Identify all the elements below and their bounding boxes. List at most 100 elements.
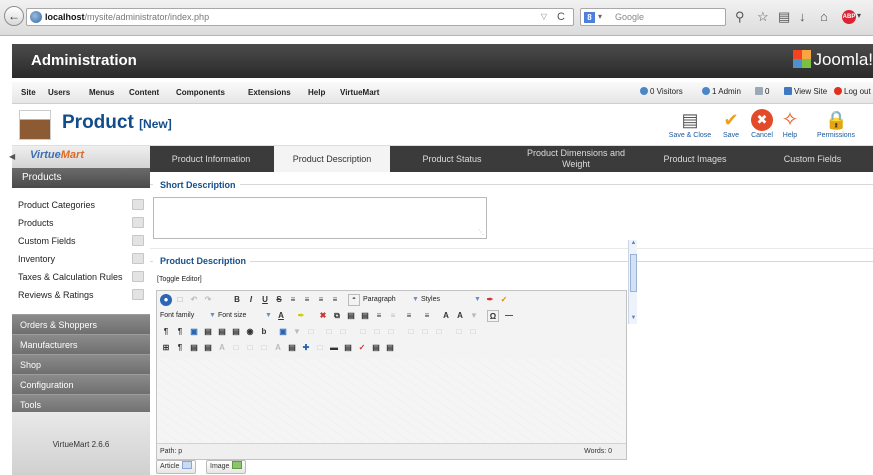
insert-image-icon[interactable]: ▤ (202, 326, 214, 338)
page-break-icon[interactable]: ▬ (328, 342, 340, 354)
absolute-icon[interactable]: □ (230, 342, 242, 354)
underline-icon[interactable]: U (259, 294, 271, 306)
italic-icon[interactable]: I (245, 294, 257, 306)
acronym-icon[interactable]: A (272, 342, 284, 354)
permissions-button[interactable]: 🔒 Permissions (812, 109, 860, 143)
tab-product-images[interactable]: Product Images (640, 146, 750, 172)
tab-product-information[interactable]: Product Information (150, 146, 272, 172)
paste-icon[interactable]: ▤ (345, 310, 357, 322)
readmore-icon[interactable]: ▤ (384, 342, 396, 354)
ltr-icon[interactable]: ¶ (160, 326, 172, 338)
messages-status[interactable]: 0 (755, 87, 769, 96)
paragraph-icon[interactable]: ¶ (174, 342, 186, 354)
select-all-icon[interactable]: ≡ (387, 310, 399, 322)
cite-icon[interactable]: □ (244, 342, 256, 354)
sidebar-section-orders[interactable]: Orders & Shoppers (12, 314, 150, 334)
menu-virtuemart[interactable]: VirtueMart (340, 88, 379, 97)
delete-row-icon[interactable]: □ (385, 326, 397, 338)
sidebar-item-taxes[interactable]: Taxes & Calculation Rules (12, 268, 150, 286)
scroll-thumb[interactable] (630, 254, 637, 292)
insert-date-icon[interactable]: ▤ (286, 342, 298, 354)
editor-content-area[interactable] (157, 359, 626, 443)
paste-word-icon[interactable]: ≡ (373, 310, 385, 322)
cut-icon[interactable]: ✖ (317, 310, 329, 322)
short-description-textarea[interactable]: ⋱ (153, 197, 487, 239)
tab-product-status[interactable]: Product Status (392, 146, 512, 172)
attributes-icon[interactable]: ✚ (300, 342, 312, 354)
tab-product-dimensions[interactable]: Product Dimensions and Weight (514, 146, 638, 172)
styles-select[interactable]: ▼ Styles (412, 294, 440, 306)
highlight-icon[interactable]: ✒ (295, 310, 307, 322)
text-color-icon[interactable]: A (275, 310, 287, 322)
bold-icon[interactable]: B (231, 294, 243, 306)
font-size-select[interactable]: ▼ Font size (209, 310, 246, 322)
subscript-icon[interactable]: A (440, 310, 452, 322)
sidebar-item-custom-fields[interactable]: Custom Fields (12, 232, 150, 250)
numbered-list-icon[interactable]: ≡ (421, 310, 433, 322)
insert-media-icon[interactable]: ▤ (216, 326, 228, 338)
undo-icon[interactable]: ↶ (188, 294, 200, 306)
copy-icon[interactable]: ⧉ (331, 310, 343, 322)
insert-table-icon[interactable]: ⊞ (160, 342, 172, 354)
blockquote-icon[interactable]: “ (348, 294, 360, 306)
addon-dropdown-icon[interactable]: ▾ (857, 11, 861, 20)
scroll-up-icon[interactable]: ▲ (629, 240, 638, 249)
insert-row-before-icon[interactable]: □ (357, 326, 369, 338)
site-identity-icon[interactable] (30, 11, 42, 23)
menu-help[interactable]: Help (308, 88, 325, 97)
template-dropdown-icon[interactable]: ▼ (291, 326, 303, 338)
move-forward-icon[interactable]: ▤ (202, 342, 214, 354)
menu-content[interactable]: Content (129, 88, 159, 97)
search-icon[interactable]: ⚲ (735, 9, 745, 25)
insert-row-after-icon[interactable]: □ (371, 326, 383, 338)
url-dropdown-icon[interactable]: ▽ (541, 9, 547, 25)
abbr-icon[interactable]: □ (258, 342, 270, 354)
reload-icon[interactable]: C (557, 9, 565, 25)
font-family-select[interactable]: Font family (160, 310, 194, 322)
print-icon[interactable]: ▤ (230, 326, 242, 338)
sidebar-item-inventory[interactable]: Inventory (12, 250, 150, 268)
sidebar-section-configuration[interactable]: Configuration (12, 374, 150, 394)
merge-cells-icon[interactable]: □ (467, 326, 479, 338)
spellcheck-icon[interactable]: ✓ (356, 342, 368, 354)
align-left-icon[interactable]: ≡ (287, 294, 299, 306)
logout-link[interactable]: Log out (834, 87, 871, 96)
sidebar-item-reviews[interactable]: Reviews & Ratings (12, 286, 150, 304)
view-site-link[interactable]: View Site (784, 87, 827, 96)
visual-chars-icon[interactable]: ▤ (342, 342, 354, 354)
menu-users[interactable]: Users (48, 88, 70, 97)
insert-col-before-icon[interactable]: □ (405, 326, 417, 338)
article-button[interactable]: Article (156, 460, 197, 474)
replace-icon[interactable]: b (258, 326, 270, 338)
home-icon[interactable]: ⌂ (820, 9, 828, 24)
toggle-editor-link[interactable]: [Toggle Editor] (157, 276, 202, 283)
scroll-down-icon[interactable]: ▼ (629, 315, 638, 324)
bullet-list-icon[interactable]: ≡ (403, 310, 415, 322)
url-bar[interactable]: localhost/mysite/administrator/index.php… (26, 8, 574, 26)
delete-col-icon[interactable]: □ (433, 326, 445, 338)
split-cells-icon[interactable]: □ (453, 326, 465, 338)
paste-text-icon[interactable]: ▤ (359, 310, 371, 322)
sidebar-section-products[interactable]: Products (12, 168, 150, 188)
align-justify-icon[interactable]: ≡ (329, 294, 341, 306)
strikethrough-icon[interactable]: S (273, 294, 285, 306)
menu-extensions[interactable]: Extensions (248, 88, 291, 97)
resize-grip-icon[interactable]: ⋱ (478, 229, 484, 236)
sidebar-section-manufacturers[interactable]: Manufacturers (12, 334, 150, 354)
nonbreaking-icon[interactable]: □ (314, 342, 326, 354)
anchor-icon[interactable]: □ (305, 326, 317, 338)
menu-components[interactable]: Components (176, 88, 225, 97)
search-bar[interactable]: 8 ▾ Google (580, 8, 726, 26)
bookmark-star-icon[interactable]: ☆ (757, 9, 769, 25)
find-icon[interactable]: ◉ (244, 326, 256, 338)
paragraph-select[interactable]: Paragraph (363, 294, 396, 306)
addon-icon[interactable]: ABP (842, 10, 856, 24)
table-row-props-icon[interactable]: □ (323, 326, 335, 338)
redo-icon[interactable]: ↷ (202, 294, 214, 306)
tab-custom-fields[interactable]: Custom Fields (752, 146, 873, 172)
rtl-icon[interactable]: ¶ (174, 326, 186, 338)
bookmarks-menu-icon[interactable]: ▤ (778, 9, 790, 25)
about-icon[interactable]: ● (160, 294, 172, 306)
sidebar-item-product-categories[interactable]: Product Categories (12, 196, 150, 214)
sidebar-collapse-icon[interactable]: ◀ (9, 152, 15, 161)
